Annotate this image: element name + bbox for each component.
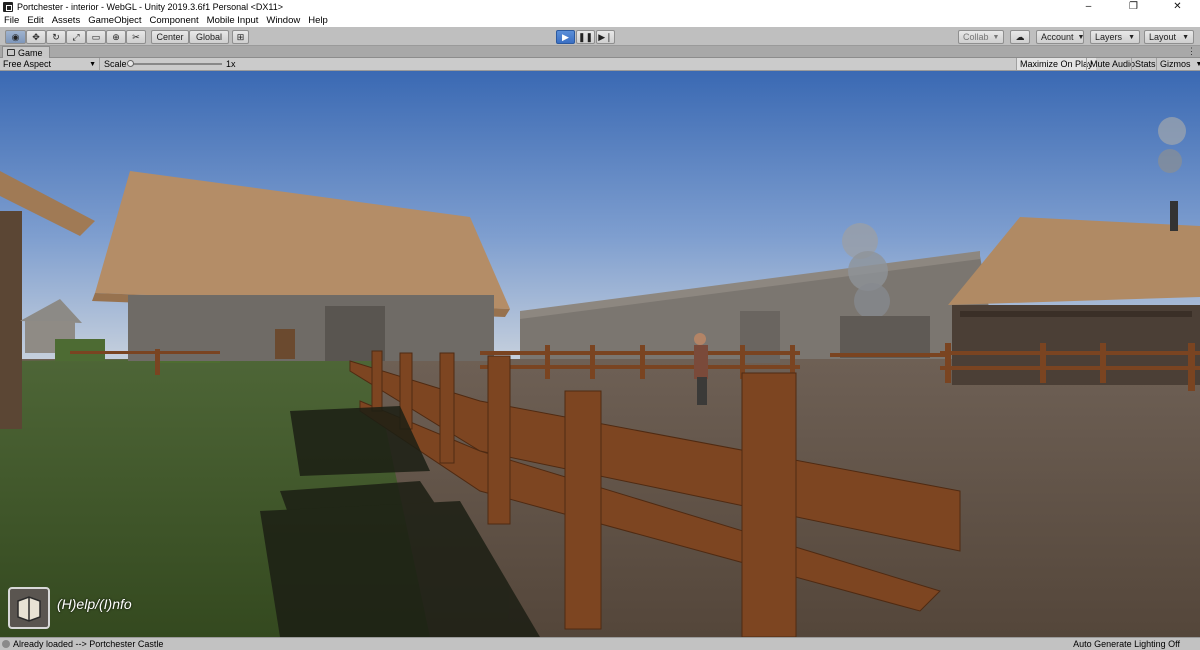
ruin-wall [840,316,930,358]
collab-dropdown[interactable]: Collab ▼ [958,30,1004,44]
ruin-wall [740,311,780,363]
move-icon: ✥ [32,31,40,42]
help-book-button[interactable] [8,587,50,629]
chimney [1170,201,1178,231]
layers-dropdown[interactable]: Layers ▼ [1090,30,1140,44]
collab-label: Collab [963,32,989,42]
title-bar: Portchester - interior - WebGL - Unity 2… [0,0,1200,13]
chevron-down-icon: ▼ [1195,60,1200,68]
move-tool-button[interactable]: ✥ [26,30,46,44]
smoke [1158,149,1182,173]
chevron-down-icon: ▼ [1128,33,1135,41]
window-title: Portchester - interior - WebGL - Unity 2… [17,1,283,12]
gizmos-dropdown[interactable]: Gizmos ▼ [1156,58,1200,70]
step-icon: ▶❘ [598,31,613,42]
game-view-icon [7,49,15,56]
menu-assets[interactable]: Assets [52,15,81,26]
book-icon [17,596,41,622]
chevron-down-icon: ▼ [1077,33,1085,41]
aspect-label: Free Aspect [3,59,52,69]
info-icon [2,640,10,648]
minimize-button[interactable]: – [1066,0,1111,13]
scale-value: 1x [226,59,236,69]
game-scene [0,71,1200,637]
layout-label: Layout [1149,32,1177,42]
tab-game[interactable]: Game [2,46,50,58]
stats-toggle[interactable]: Stats [1131,58,1159,70]
chevron-down-icon: ▼ [992,33,1000,41]
main-toolbar: ◉ ✥ ↻ ⤢ ▭ ⊕ ✂ Center Global ⊞ ▶ ❚❚ ▶❘ Co… [0,27,1200,46]
unity-logo-icon [3,1,13,12]
hand-tool-button[interactable]: ◉ [5,30,26,44]
rotate-tool-button[interactable]: ↻ [46,30,66,44]
play-button[interactable]: ▶ [556,30,575,44]
cloud-button[interactable]: ☁ [1010,30,1030,44]
villager-head [694,333,706,345]
lighting-status: Auto Generate Lighting Off [1073,639,1180,649]
house-beam [960,311,1192,317]
close-button[interactable]: ✕ [1155,0,1200,13]
rect-tool-button[interactable]: ▭ [86,30,106,44]
villager-body [694,345,708,379]
scale-tool-button[interactable]: ⤢ [66,30,86,44]
chevron-down-icon: ▼ [1182,33,1189,41]
villager-legs [697,377,707,405]
pause-icon: ❚❚ [577,31,594,42]
tab-game-label: Game [18,47,43,58]
stats-label: Stats [1135,59,1156,69]
menu-bar: File Edit Assets GameObject Component Mo… [0,13,1200,27]
grid-snap-icon: ⊞ [236,31,245,42]
aspect-dropdown[interactable]: Free Aspect ▼ [0,58,100,70]
bush [55,339,105,361]
gizmos-label: Gizmos [1160,59,1191,69]
cloud-icon: ☁ [1015,31,1025,42]
pivot-center-button[interactable]: Center [151,30,189,44]
eye-icon: ◉ [11,31,20,42]
mute-audio-label: Mute Audio [1090,59,1136,69]
menu-file[interactable]: File [4,15,19,26]
left-post [0,211,22,429]
pause-button[interactable]: ❚❚ [576,30,595,44]
status-message[interactable]: Already loaded --> Portchester Castle [13,639,163,649]
pivot-center-label: Center [156,32,184,42]
transform-tool-button[interactable]: ⊕ [106,30,126,44]
menu-gameobject[interactable]: GameObject [88,15,141,26]
scale-icon: ⤢ [72,31,80,42]
menu-component[interactable]: Component [150,15,199,26]
play-icon: ▶ [562,31,569,42]
custom-tool-button[interactable]: ✂ [126,30,146,44]
transform-icon: ⊕ [112,31,120,42]
pivot-global-button[interactable]: Global [189,30,229,44]
menu-window[interactable]: Window [266,15,300,26]
menu-help[interactable]: Help [308,15,328,26]
tab-menu-icon[interactable]: ⋮ [1187,46,1196,57]
barrel [275,329,295,359]
smoke [854,283,890,319]
game-control-bar: Free Aspect ▼ Scale 1x Maximize On Play … [0,58,1200,71]
menu-mobile-input[interactable]: Mobile Input [207,15,259,26]
maximize-on-play-label: Maximize On Play [1020,59,1093,69]
menu-edit[interactable]: Edit [27,15,43,26]
account-label: Account [1041,32,1074,42]
layout-dropdown[interactable]: Layout ▼ [1144,30,1194,44]
pivot-global-label: Global [195,32,222,42]
maximize-on-play-toggle[interactable]: Maximize On Play [1016,58,1096,70]
game-viewport[interactable]: (H)elp/(I)nfo [0,71,1200,637]
step-button[interactable]: ▶❘ [596,30,615,44]
chevron-down-icon: ▼ [89,60,96,68]
rotate-icon: ↻ [52,31,60,42]
scale-label: Scale [104,59,127,69]
status-bar: Already loaded --> Portchester Castle Au… [0,637,1200,650]
snap-button[interactable]: ⊞ [232,30,249,44]
smoke [1158,117,1186,145]
restore-button[interactable]: ❐ [1111,0,1156,13]
scale-slider-thumb[interactable] [127,60,134,67]
help-info-text: (H)elp/(I)nfo [57,596,132,612]
scale-slider-track[interactable] [128,63,222,65]
tab-strip: Game ⋮ [0,46,1200,58]
tools-icon: ✂ [132,31,140,42]
rect-icon: ▭ [91,31,101,42]
account-dropdown[interactable]: Account ▼ [1036,30,1084,44]
layers-label: Layers [1095,32,1123,42]
